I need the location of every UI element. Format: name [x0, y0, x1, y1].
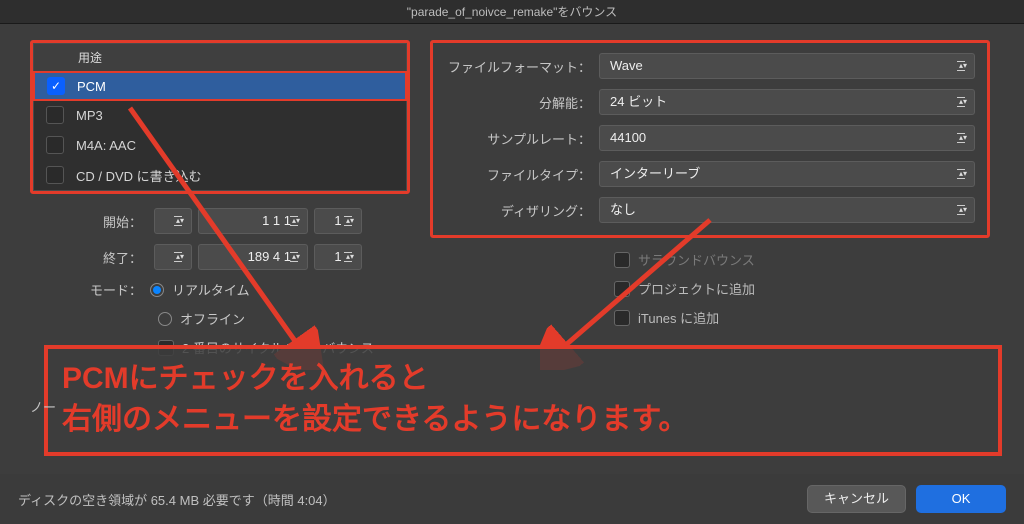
chevron-updown-icon: ▴▾: [958, 99, 968, 105]
file-format-select[interactable]: Wave ▴▾: [599, 53, 975, 79]
checkbox-m4a[interactable]: [46, 136, 64, 154]
chevron-updown-icon: ▴▾: [345, 254, 355, 260]
format-row-pcm[interactable]: ✓ PCM: [33, 71, 407, 101]
chevron-updown-icon: ▴▾: [958, 135, 968, 141]
caption-line1: PCMにチェックを入れると: [62, 359, 984, 400]
left-panel: 用途 ✓ PCM MP3 M4A: AAC CD / DVD に書き込む: [30, 40, 410, 367]
radio-realtime[interactable]: [150, 283, 164, 297]
format-row-m4a[interactable]: M4A: AAC: [34, 130, 406, 160]
chevron-updown-icon: ▴▾: [345, 218, 355, 224]
format-label: M4A: AAC: [76, 138, 136, 153]
checkbox-itunes[interactable]: [614, 310, 630, 326]
chevron-updown-icon: ▴▾: [958, 171, 968, 177]
cancel-button[interactable]: キャンセル: [807, 485, 906, 513]
start-sub-stepper[interactable]: 1 ▴▾: [314, 208, 362, 234]
start-label: 開始：: [30, 212, 150, 231]
mode-realtime[interactable]: リアルタイム: [150, 280, 250, 299]
format-header: 用途: [34, 44, 406, 72]
file-type-select[interactable]: インターリーブ ▴▾: [599, 161, 975, 187]
end-disclosure[interactable]: ▴▾: [154, 244, 192, 270]
ok-button[interactable]: OK: [916, 485, 1006, 513]
checkbox-mp3[interactable]: [46, 106, 64, 124]
chevron-updown-icon: ▴▾: [958, 63, 968, 69]
radio-offline[interactable]: [158, 312, 172, 326]
sample-rate-label: サンプルレート：: [439, 129, 599, 148]
dialog-footer: ディスクの空き領域が 65.4 MB 必要です（時間 4:04） キャンセル O…: [0, 474, 1024, 524]
checkbox-pcm[interactable]: ✓: [47, 77, 65, 95]
start-row: 開始： ▴▾ 1 1 1 ▴▾ 1 ▴▾: [30, 208, 410, 234]
caption-line2: 右側のメニューを設定できるようになります。: [62, 400, 984, 441]
file-format-label: ファイルフォーマット：: [439, 57, 599, 76]
checkbox-project[interactable]: [614, 281, 630, 297]
dither-select[interactable]: なし ▴▾: [599, 197, 975, 223]
format-row-cddvd[interactable]: CD / DVD に書き込む: [34, 160, 406, 190]
format-label: PCM: [77, 79, 106, 94]
checkbox-cddvd[interactable]: [46, 166, 64, 184]
start-main-stepper[interactable]: 1 1 1 ▴▾: [198, 208, 308, 234]
end-main-stepper[interactable]: 189 4 1 ▴▾: [198, 244, 308, 270]
chevron-updown-icon: ▴▾: [291, 218, 301, 224]
end-sub-stepper[interactable]: 1 ▴▾: [314, 244, 362, 270]
format-label: CD / DVD に書き込む: [76, 166, 202, 185]
end-row: 終了： ▴▾ 189 4 1 ▴▾ 1 ▴▾: [30, 244, 410, 270]
file-type-label: ファイルタイプ：: [439, 165, 599, 184]
mode-label: モード：: [30, 280, 150, 299]
chevron-updown-icon: ▴▾: [175, 218, 185, 224]
surround-bounce-check: サラウンドバウンス: [614, 250, 990, 269]
start-disclosure[interactable]: ▴▾: [154, 208, 192, 234]
add-to-project-check[interactable]: プロジェクトに追加: [614, 279, 990, 298]
chevron-updown-icon: ▴▾: [175, 254, 185, 260]
chevron-updown-icon: ▴▾: [958, 207, 968, 213]
dither-label: ディザリング：: [439, 201, 599, 220]
settings-highlight: ファイルフォーマット： Wave ▴▾ 分解能： 24 ビット ▴▾ サンプルレ…: [430, 40, 990, 238]
chevron-updown-icon: ▴▾: [291, 254, 301, 260]
format-row-mp3[interactable]: MP3: [34, 100, 406, 130]
right-panel: ファイルフォーマット： Wave ▴▾ 分解能： 24 ビット ▴▾ サンプルレ…: [430, 40, 990, 337]
disk-status: ディスクの空き領域が 65.4 MB 必要です（時間 4:04）: [18, 490, 797, 509]
sample-rate-select[interactable]: 44100 ▴▾: [599, 125, 975, 151]
checkbox-surround: [614, 252, 630, 268]
format-list-highlight: 用途 ✓ PCM MP3 M4A: AAC CD / DVD に書き込む: [30, 40, 410, 194]
annotation-caption: PCMにチェックを入れると 右側のメニューを設定できるようになります。: [44, 345, 1002, 456]
normalize-label-truncated: ノー: [30, 397, 56, 416]
bit-depth-select[interactable]: 24 ビット ▴▾: [599, 89, 975, 115]
end-label: 終了：: [30, 248, 150, 267]
window-title: "parade_of_noivce_remake"をバウンス: [0, 0, 1024, 24]
mode-offline[interactable]: オフライン: [158, 309, 410, 328]
add-to-itunes-check[interactable]: iTunes に追加: [614, 308, 990, 327]
format-label: MP3: [76, 108, 103, 123]
bit-depth-label: 分解能：: [439, 93, 599, 112]
